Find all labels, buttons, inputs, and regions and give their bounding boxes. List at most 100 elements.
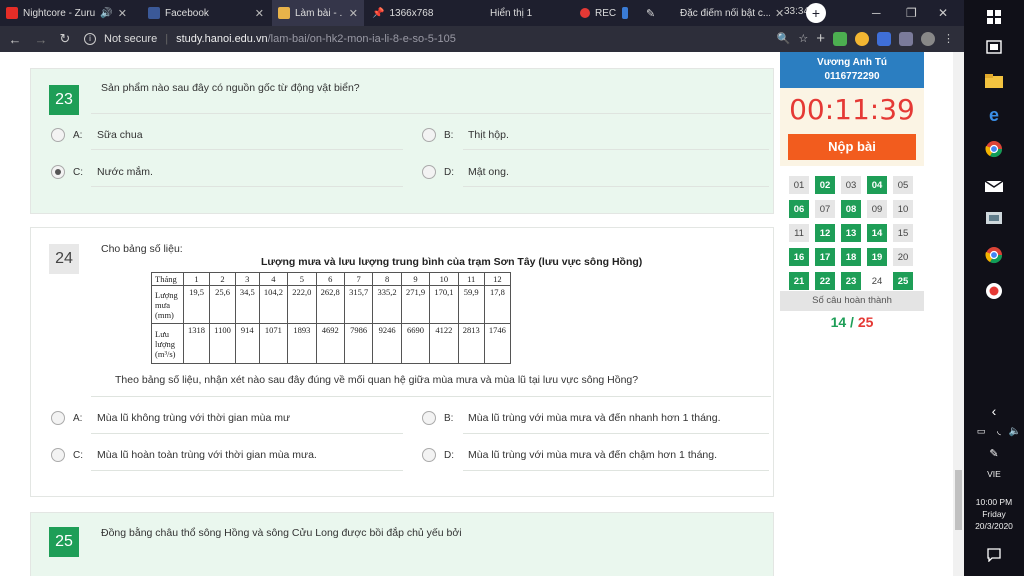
menu-icon[interactable]: ⋮ bbox=[943, 32, 954, 45]
radio-button-checked[interactable] bbox=[51, 165, 65, 179]
url-field[interactable]: i Not secure | study.hanoi.edu.vn/lam-ba… bbox=[84, 30, 456, 48]
option-b[interactable]: B: Thịt hộp. bbox=[422, 128, 509, 142]
extension-icon[interactable] bbox=[877, 31, 891, 46]
tab-lam-bai[interactable]: Làm bài - . ✕ bbox=[272, 0, 364, 26]
question-nav-16[interactable]: 16 bbox=[789, 248, 809, 266]
bookmark-star-icon[interactable]: ☆ bbox=[798, 32, 808, 45]
scrollbar-thumb[interactable] bbox=[955, 470, 962, 530]
question-nav-10[interactable]: 10 bbox=[893, 200, 913, 218]
question-nav-04[interactable]: 04 bbox=[867, 176, 887, 194]
radio-button[interactable] bbox=[51, 128, 65, 142]
table-row: Tháng 1 2 3 4 5 6 7 8 9 10 11 12 bbox=[151, 272, 512, 286]
chrome-profile-icon[interactable] bbox=[983, 244, 1005, 266]
question-navigator: 01 02 03 04 05 06 07 08 09 10 11 12 13 14 15 16 17 18 19 20… bbox=[789, 176, 915, 290]
question-nav-07[interactable]: 07 bbox=[815, 200, 835, 218]
radio-button[interactable] bbox=[422, 448, 436, 462]
radio-button[interactable] bbox=[51, 411, 65, 425]
question-nav-12[interactable]: 12 bbox=[815, 224, 835, 242]
tab-nightcore[interactable]: Nightcore - Zuru 🔊 ✕ bbox=[0, 0, 140, 26]
question-nav-21[interactable]: 21 bbox=[789, 272, 809, 290]
question-nav-01[interactable]: 01 bbox=[789, 176, 809, 194]
question-text: Đồng bằng châu thổ sông Hồng và sông Cửu… bbox=[101, 527, 462, 539]
reload-icon[interactable]: ↻ bbox=[52, 31, 78, 47]
speaker-icon[interactable]: 🔊 bbox=[100, 8, 112, 19]
chrome-icon[interactable] bbox=[983, 138, 1005, 160]
question-nav-19[interactable]: 19 bbox=[867, 248, 887, 266]
extension-icon[interactable] bbox=[833, 31, 847, 46]
browser-tab-bar: Nightcore - Zuru 🔊 ✕ Facebook ✕ Làm bài … bbox=[0, 0, 964, 26]
question-card-23: 23 Sản phẩm nào sau đây có nguồn gốc từ … bbox=[30, 68, 774, 214]
info-icon[interactable]: i bbox=[84, 33, 96, 45]
close-tab-icon[interactable]: ✕ bbox=[775, 7, 784, 20]
windows-taskbar: e ‹ ▭ ◟ 🔈 ✎ VIE 10:00 PM Friday 20/3/202… bbox=[964, 0, 1024, 576]
tab-facebook[interactable]: Facebook ✕ bbox=[142, 0, 270, 26]
question-nav-23[interactable]: 23 bbox=[841, 272, 861, 290]
extension-icon[interactable] bbox=[855, 31, 869, 46]
radio-button[interactable] bbox=[422, 165, 436, 179]
data-table: Tháng 1 2 3 4 5 6 7 8 9 10 11 12 Lượng m… bbox=[151, 272, 512, 364]
question-nav-06[interactable]: 06 bbox=[789, 200, 809, 218]
record-app-icon[interactable] bbox=[983, 280, 1005, 302]
tab-dac-diem[interactable]: Đặc điểm nổi bật c... ✕ bbox=[674, 0, 802, 26]
close-window-icon[interactable]: ✕ bbox=[938, 0, 948, 26]
option-d[interactable]: D: Mật ong. bbox=[422, 165, 509, 179]
question-nav-24[interactable]: 24 bbox=[867, 272, 887, 290]
pen-workspace-icon[interactable]: ✎ bbox=[983, 442, 1005, 464]
tab-pen[interactable]: ✎ bbox=[640, 0, 662, 26]
student-info: Vương Anh Tú 0116772290 bbox=[780, 52, 924, 88]
radio-button[interactable] bbox=[51, 448, 65, 462]
new-tab-icon[interactable]: + bbox=[806, 3, 826, 23]
question-nav-20[interactable]: 20 bbox=[893, 248, 913, 266]
page-scrollbar[interactable] bbox=[953, 52, 964, 576]
profile-avatar[interactable] bbox=[921, 31, 935, 46]
file-explorer-icon[interactable] bbox=[983, 70, 1005, 92]
question-nav-17[interactable]: 17 bbox=[815, 248, 835, 266]
screenshot-tool-icon[interactable] bbox=[983, 208, 1005, 230]
question-nav-18[interactable]: 18 bbox=[841, 248, 861, 266]
close-tab-icon[interactable]: ✕ bbox=[118, 7, 127, 20]
question-nav-11[interactable]: 11 bbox=[789, 224, 809, 242]
radio-button[interactable] bbox=[422, 128, 436, 142]
question-nav-09[interactable]: 09 bbox=[867, 200, 887, 218]
minimize-icon[interactable]: ─ bbox=[872, 0, 881, 26]
notifications-icon[interactable] bbox=[983, 544, 1005, 566]
taskbar-clock[interactable]: 10:00 PM Friday 20/3/2020 bbox=[964, 496, 1024, 532]
back-icon[interactable]: ← bbox=[2, 32, 28, 47]
option-a[interactable]: A: Sữa chua bbox=[51, 128, 143, 142]
zoom-icon[interactable]: 🔍 bbox=[777, 32, 791, 45]
question-nav-13[interactable]: 13 bbox=[841, 224, 861, 242]
question-nav-03[interactable]: 03 bbox=[841, 176, 861, 194]
question-nav-14[interactable]: 14 bbox=[867, 224, 887, 242]
option-b[interactable]: B: Mùa lũ trùng với mùa mưa và đến nhanh… bbox=[422, 411, 721, 425]
mail-icon[interactable] bbox=[983, 174, 1005, 196]
question-text: Sản phẩm nào sau đây có nguồn gốc từ độn… bbox=[101, 82, 360, 94]
question-nav-08[interactable]: 08 bbox=[841, 200, 861, 218]
task-view-icon[interactable] bbox=[983, 36, 1005, 58]
question-nav-25[interactable]: 25 bbox=[893, 272, 913, 290]
volume-icon[interactable]: 🔈 bbox=[1004, 420, 1024, 442]
option-c[interactable]: C: Mùa lũ hoàn toàn trùng với thời gian … bbox=[51, 448, 317, 462]
close-tab-icon[interactable]: ✕ bbox=[349, 7, 358, 20]
option-d[interactable]: D: Mùa lũ trùng với mùa mưa và đến chậm … bbox=[422, 448, 717, 462]
forward-icon[interactable]: → bbox=[28, 32, 54, 47]
option-a[interactable]: A: Mùa lũ không trùng với thời gian mùa … bbox=[51, 411, 290, 425]
question-nav-15[interactable]: 15 bbox=[893, 224, 913, 242]
submit-button[interactable]: Nộp bài bbox=[788, 134, 916, 160]
tab-resolution[interactable]: 📌 1366x768 bbox=[366, 0, 466, 26]
extension-icon[interactable] bbox=[899, 31, 913, 46]
address-bar: ← → ↻ i Not secure | study.hanoi.edu.vn/… bbox=[0, 26, 964, 52]
option-c[interactable]: C: Nước mắm. bbox=[51, 165, 153, 179]
question-nav-05[interactable]: 05 bbox=[893, 176, 913, 194]
tab-hien-thi[interactable]: Hiển thị 1 bbox=[484, 0, 564, 26]
add-icon[interactable]: + bbox=[816, 30, 825, 47]
question-nav-02[interactable]: 02 bbox=[815, 176, 835, 194]
close-tab-icon[interactable]: ✕ bbox=[255, 7, 264, 20]
tab-extension[interactable] bbox=[616, 0, 634, 26]
chevron-up-icon[interactable]: ‹ bbox=[983, 400, 1005, 422]
maximize-icon[interactable]: ❐ bbox=[906, 0, 917, 26]
edge-icon[interactable]: e bbox=[983, 104, 1005, 126]
windows-start-icon[interactable] bbox=[983, 6, 1005, 28]
language-indicator[interactable]: VIE bbox=[964, 469, 1024, 479]
question-nav-22[interactable]: 22 bbox=[815, 272, 835, 290]
radio-button[interactable] bbox=[422, 411, 436, 425]
